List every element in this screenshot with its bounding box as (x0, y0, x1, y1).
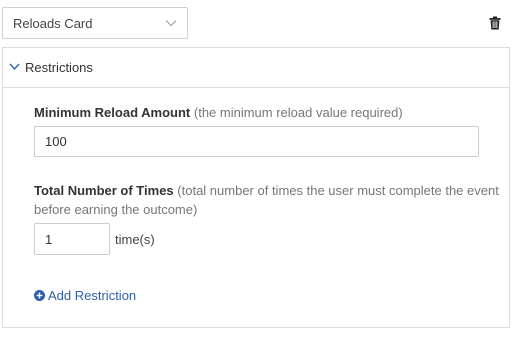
add-restriction-label: Add Restriction (48, 288, 137, 303)
trash-icon[interactable] (489, 16, 501, 30)
restrictions-panel-header[interactable]: Restrictions (3, 48, 509, 88)
min-reload-value: 100 (45, 134, 67, 149)
min-reload-label-text: Minimum Reload Amount (34, 105, 191, 120)
total-times-label-text: Total Number of Times (34, 183, 174, 198)
times-unit-label: time(s) (115, 232, 155, 247)
restrictions-panel: Restrictions Minimum Reload Amount (the … (2, 47, 510, 328)
chevron-down-icon (165, 20, 177, 27)
plus-circle-icon (34, 290, 45, 301)
card-type-select[interactable]: Reloads Card (2, 7, 188, 39)
chevron-down-icon (9, 63, 20, 71)
total-times-label: Total Number of Times (total number of t… (34, 181, 499, 219)
total-times-hint-1: (total number of times the user must com… (177, 183, 499, 198)
min-reload-input[interactable]: 100 (34, 126, 479, 157)
total-times-value: 1 (45, 231, 53, 247)
total-times-hint-2: before earning the outcome) (34, 202, 198, 217)
restriction-editor: Reloads Card Restrictions Minimum Reload… (0, 0, 514, 340)
total-times-input[interactable]: 1 (34, 223, 110, 255)
restrictions-title: Restrictions (25, 60, 93, 75)
card-type-value: Reloads Card (13, 15, 93, 31)
add-restriction-button[interactable]: Add Restriction (34, 288, 136, 303)
min-reload-hint: (the minimum reload value required) (193, 105, 403, 120)
min-reload-label: Minimum Reload Amount (the minimum reloa… (34, 103, 403, 122)
